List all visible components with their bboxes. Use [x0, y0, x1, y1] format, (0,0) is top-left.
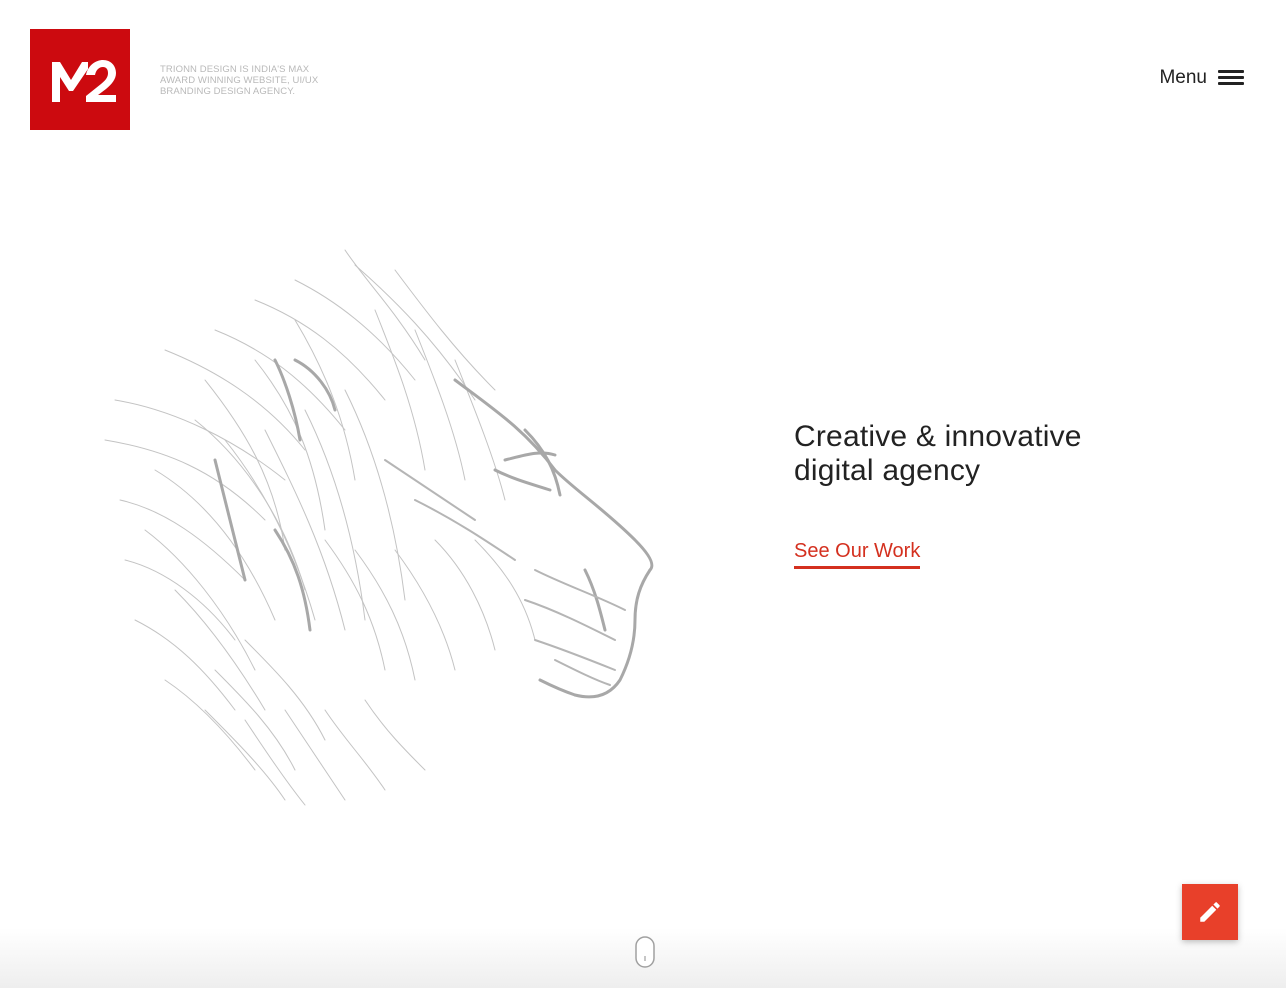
- tagline-line-2: AWARD WINNING WEBSITE, UI/UX: [160, 75, 319, 86]
- hamburger-icon: [1218, 70, 1244, 86]
- tagline: TRIONN DESIGN IS INDIA'S MAX AWARD WINNI…: [160, 64, 340, 97]
- see-our-work-link[interactable]: See Our Work: [794, 540, 921, 569]
- lion-sketch-illustration: [104, 249, 654, 806]
- m2-logo-glyph: [52, 60, 116, 102]
- hero-title: Creative & innovative digital agency: [794, 420, 1214, 488]
- tagline-line-1: TRIONN DESIGN IS INDIA'S MAX: [160, 64, 310, 75]
- hero-title-line-2: digital agency: [794, 454, 981, 487]
- page: TRIONN DESIGN IS INDIA'S MAX AWARD WINNI…: [0, 0, 1286, 988]
- menu-button[interactable]: Menu: [1159, 66, 1244, 90]
- m2-logo-icon[interactable]: [30, 29, 130, 130]
- menu-label: Menu: [1159, 67, 1207, 88]
- hero-title-line-1: Creative & innovative: [794, 420, 1082, 453]
- pencil-icon: [1200, 902, 1220, 922]
- tagline-line-3: BRANDING DESIGN AGENCY.: [160, 86, 296, 97]
- contact-fab-button[interactable]: [1182, 884, 1238, 940]
- hero-section: Creative & innovative digital agency See…: [794, 420, 1214, 569]
- mouse-scroll-icon[interactable]: [635, 936, 655, 968]
